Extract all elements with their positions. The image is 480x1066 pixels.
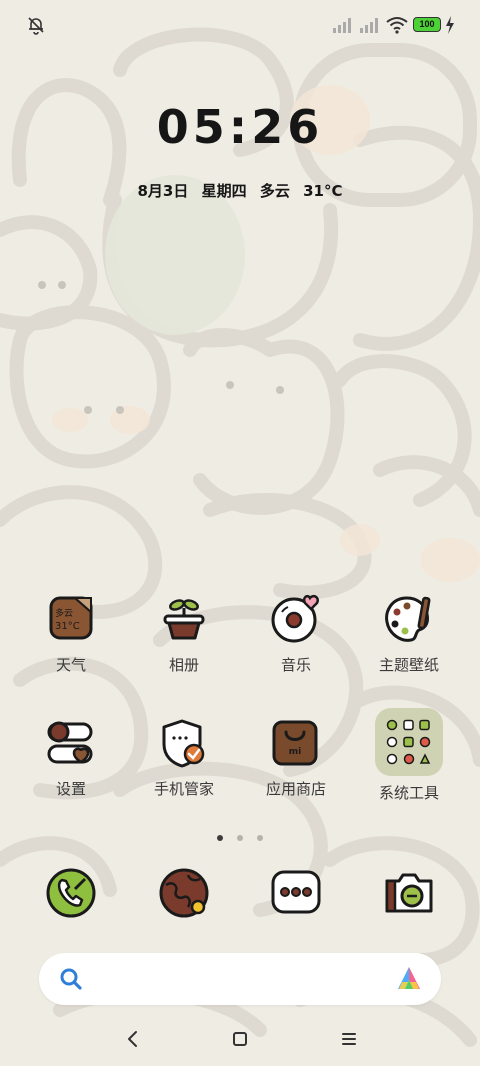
- app-label: 手机管家: [153, 780, 214, 798]
- gallery-plant-icon: [158, 594, 210, 646]
- camera-icon: [383, 867, 435, 919]
- battery-indicator: 100: [413, 17, 441, 32]
- condition-text: 多云: [259, 182, 290, 200]
- app-store-bag-icon: mi: [270, 718, 322, 770]
- page-dot-2[interactable]: [237, 835, 243, 841]
- app-settings[interactable]: 设置: [21, 718, 121, 799]
- app-label: 音乐: [280, 656, 311, 674]
- app-label: 系统工具: [378, 784, 439, 802]
- bell-muted-icon: [28, 17, 44, 35]
- messages-icon: [270, 867, 322, 919]
- date-text: 8月3日: [137, 182, 189, 200]
- wifi-icon: [386, 17, 408, 34]
- weather-badge-condition: 多云: [55, 609, 74, 619]
- app-gallery[interactable]: 相册: [134, 594, 234, 675]
- signal-x-icon: [360, 18, 378, 33]
- tools-folder-icon: [375, 708, 443, 776]
- bolt-icon: [446, 16, 454, 34]
- security-shield-icon: [158, 718, 210, 770]
- settings-toggle-icon: [45, 718, 97, 770]
- date-weather-line[interactable]: 8月3日 星期四 多云 31°C: [0, 180, 480, 201]
- app-label: 主题壁纸: [378, 656, 439, 674]
- page-indicator[interactable]: [0, 828, 480, 846]
- app-label: 应用商店: [265, 780, 326, 798]
- app-weather[interactable]: 多云 31°C 天气: [21, 594, 121, 675]
- music-disc-icon: [270, 594, 322, 646]
- svg-text:mi: mi: [289, 747, 301, 757]
- app-label: 天气: [55, 656, 86, 674]
- dock-browser[interactable]: [134, 867, 234, 919]
- weather-icon: 多云 31°C: [45, 594, 97, 646]
- app-music[interactable]: 音乐: [246, 594, 346, 675]
- navigation-bar: [0, 1010, 480, 1066]
- dock-camera[interactable]: [359, 867, 459, 919]
- back-icon[interactable]: [118, 1024, 148, 1054]
- app-store[interactable]: mi 应用商店: [246, 718, 346, 799]
- app-security[interactable]: 手机管家: [134, 718, 234, 799]
- recents-icon[interactable]: [334, 1024, 364, 1054]
- page-dot-1[interactable]: [216, 835, 223, 841]
- search-bar[interactable]: [39, 953, 441, 1005]
- search-icon[interactable]: [59, 967, 83, 991]
- app-tools-folder[interactable]: 系统工具: [359, 708, 459, 803]
- dock-messages[interactable]: [246, 867, 346, 919]
- weather-badge-temp: 31°C: [55, 621, 80, 632]
- app-label: 相册: [168, 656, 199, 674]
- home-icon[interactable]: [225, 1024, 255, 1054]
- temperature-text: 31°C: [303, 182, 343, 200]
- phone-icon: [45, 867, 97, 919]
- app-label: 设置: [55, 780, 86, 798]
- palette-icon: [383, 594, 435, 646]
- clock-time[interactable]: 05:26: [0, 100, 480, 154]
- browser-globe-icon: [158, 867, 210, 919]
- dock-phone[interactable]: [21, 867, 121, 919]
- status-bar: 100: [0, 0, 480, 50]
- weekday-text: 星期四: [201, 182, 247, 200]
- signal-x-icon: [333, 18, 351, 33]
- page-dot-3[interactable]: [257, 835, 264, 841]
- app-themes[interactable]: 主题壁纸: [359, 594, 459, 675]
- assistant-logo-icon[interactable]: [394, 964, 424, 994]
